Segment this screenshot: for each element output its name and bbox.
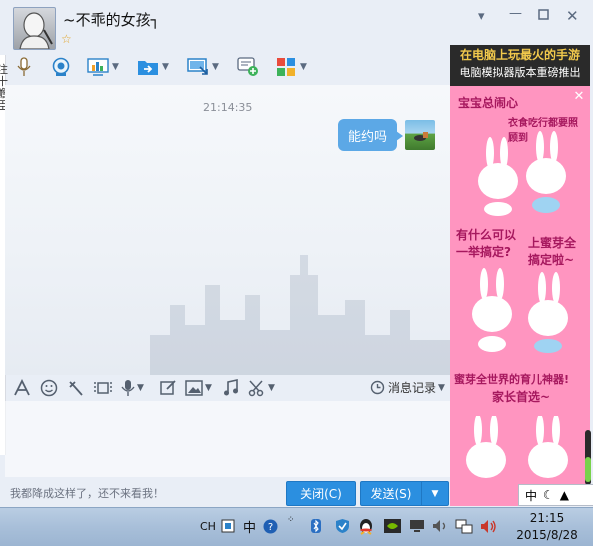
image-icon[interactable]: ▼: [185, 379, 212, 397]
chevron-down-icon[interactable]: ▼: [112, 62, 119, 72]
status-hint: 我都降成这样了，还不来看我！: [10, 487, 164, 500]
ad-text: 家长首选~: [492, 390, 551, 404]
ime-char[interactable]: 中: [243, 517, 256, 536]
chevron-down-icon: ▼: [438, 382, 445, 393]
invite-discussion-button[interactable]: [237, 54, 259, 80]
ime-toolbar[interactable]: 中 ☾ ▲: [518, 484, 593, 506]
video-call-button[interactable]: [50, 54, 72, 80]
ad-header-line1: 在电脑上玩最火的手游: [459, 48, 580, 62]
volume-level-indicator: [585, 457, 591, 482]
rabbit-illustration-icon: [478, 131, 566, 216]
ad-header-line2: 电脑模拟器版本重磅推出: [459, 66, 581, 79]
message-timestamp: 21:14:35: [203, 101, 253, 114]
webcam-icon: [50, 57, 72, 77]
bottom-bar: 我都降成这样了，还不来看我！ 关闭(C) 发送(S) ▼: [0, 477, 450, 507]
chevron-down-icon[interactable]: ▼: [205, 383, 212, 393]
ad-banner[interactable]: 在电脑上玩最火的手游 电脑模拟器版本重磅推出: [450, 45, 590, 86]
close-icon[interactable]: ✕: [572, 90, 586, 104]
ad-text: 宝宝总闹心: [458, 96, 519, 110]
bluetooth-icon[interactable]: [310, 517, 322, 535]
taskbar: CH 中 ? ⁘ 21:15 2015/8/28: [0, 507, 593, 546]
toolbar: ▼ ▼ ▼ ▼: [5, 52, 450, 84]
tray-monitor-icon[interactable]: [409, 517, 425, 535]
star-icon: ☆: [61, 32, 72, 46]
folder-arrow-icon: [137, 57, 159, 77]
voice-message-icon[interactable]: ▼: [121, 379, 144, 397]
message-area[interactable]: 21:14:35 能约吗: [5, 85, 450, 375]
emoji-icon[interactable]: [40, 379, 58, 397]
chevron-down-icon[interactable]: ▼: [268, 383, 275, 393]
nvidia-icon[interactable]: [384, 517, 401, 535]
language-indicator[interactable]: CH: [200, 517, 216, 535]
history-label: 消息记录: [388, 381, 437, 395]
moon-icon[interactable]: ☾: [543, 488, 554, 502]
music-icon[interactable]: [223, 379, 239, 397]
chat-add-icon: [237, 57, 259, 77]
ime-mode[interactable]: 中: [525, 487, 537, 504]
minimize-icon[interactable]: —: [509, 6, 522, 21]
chevron-down-icon[interactable]: ▾: [478, 9, 485, 24]
ad-text: 有什么可以一举搞定?: [456, 228, 517, 259]
speaker-outline-icon[interactable]: [432, 517, 448, 535]
city-skyline-background: [150, 255, 450, 375]
network-icon[interactable]: [455, 517, 473, 535]
microphone-icon: [13, 57, 35, 77]
input-toolbar: ▼ ▼ ▼ 消息记录 ▼: [5, 375, 450, 401]
clock-time: 21:15: [529, 511, 565, 525]
help-icon[interactable]: ?: [263, 517, 278, 535]
font-icon[interactable]: [13, 379, 31, 397]
maximize-icon[interactable]: [538, 9, 549, 24]
chevron-down-icon[interactable]: ▼: [212, 62, 219, 72]
send-button[interactable]: 发送(S): [360, 481, 422, 506]
apps-button[interactable]: ▼: [275, 54, 307, 80]
monitor-arrow-icon: [187, 57, 209, 77]
app-panel-button[interactable]: ▼: [87, 54, 119, 80]
svg-text:?: ?: [268, 522, 273, 533]
chevron-down-icon[interactable]: ▼: [137, 383, 144, 393]
file-transfer-button[interactable]: ▼: [137, 54, 169, 80]
user-silhouette-icon: [19, 12, 53, 49]
contact-name: ~不乖的女孩┐: [63, 11, 160, 29]
apps-grid-icon: [275, 57, 297, 77]
close-button[interactable]: 关闭(C): [286, 481, 356, 506]
close-icon[interactable]: ✕: [566, 7, 579, 25]
system-clock[interactable]: 21:15 2015/8/28: [507, 510, 587, 544]
edit-icon[interactable]: [159, 379, 177, 397]
keyboard-icon[interactable]: [221, 517, 235, 535]
landscape-photo-icon: [414, 132, 428, 141]
chart-screen-icon: [87, 57, 109, 77]
my-avatar[interactable]: [405, 120, 435, 150]
user-icon[interactable]: ▲: [560, 488, 569, 502]
video-clip-icon[interactable]: [93, 379, 113, 397]
contact-avatar[interactable]: [13, 7, 56, 50]
voice-call-button[interactable]: [13, 54, 35, 80]
chat-window: 注 十 瞻 臣 ~不乖的女孩┐ ☆ ▾ — ✕ ▼ ▼ ▼ ▼ 21:14:35…: [0, 0, 593, 545]
remote-desktop-button[interactable]: ▼: [187, 54, 219, 80]
ad-text: 蜜芽全世界的育儿神器!: [454, 373, 570, 386]
volume-icon[interactable]: [480, 517, 497, 535]
qq-penguin-icon[interactable]: [358, 517, 374, 535]
message-bubble[interactable]: 能约吗: [338, 119, 403, 151]
ad-text: 上蜜芽全搞定啦~: [528, 236, 577, 267]
rabbit-illustration-icon: [472, 268, 568, 353]
clock-icon: [370, 380, 385, 395]
screenshot-scissors-icon[interactable]: ▼: [248, 379, 275, 397]
nudge-icon[interactable]: [67, 379, 85, 397]
ad-panel[interactable]: ✕ 宝宝总闹心 衣食吃行都要照顾到 有什么可以一举搞定? 上蜜芽全搞定啦~ 蜜芽…: [450, 86, 590, 506]
message-input[interactable]: [5, 401, 450, 477]
chevron-down-icon[interactable]: ▼: [300, 62, 307, 72]
clock-date: 2015/8/28: [516, 528, 578, 542]
shield-icon[interactable]: [335, 517, 350, 535]
chevron-down-icon[interactable]: ▼: [162, 62, 169, 72]
send-options-chevron-icon[interactable]: ▼: [421, 481, 449, 506]
message-history-button[interactable]: 消息记录 ▼: [370, 379, 445, 396]
tray-settings-icon[interactable]: ⁘: [287, 511, 295, 529]
